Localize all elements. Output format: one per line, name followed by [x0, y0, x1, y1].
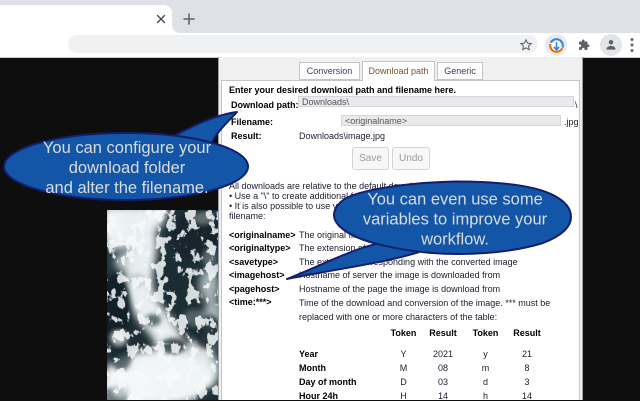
svg-text:workflow.: workflow.	[420, 231, 489, 249]
svg-text:variables to improve your: variables to improve your	[363, 211, 548, 229]
svg-text:You can even use some: You can even use some	[367, 191, 543, 209]
svg-text:and alter the filename.: and alter the filename.	[45, 179, 208, 197]
svg-text:download folder: download folder	[69, 159, 186, 177]
svg-text:You can configure your: You can configure your	[43, 139, 212, 157]
